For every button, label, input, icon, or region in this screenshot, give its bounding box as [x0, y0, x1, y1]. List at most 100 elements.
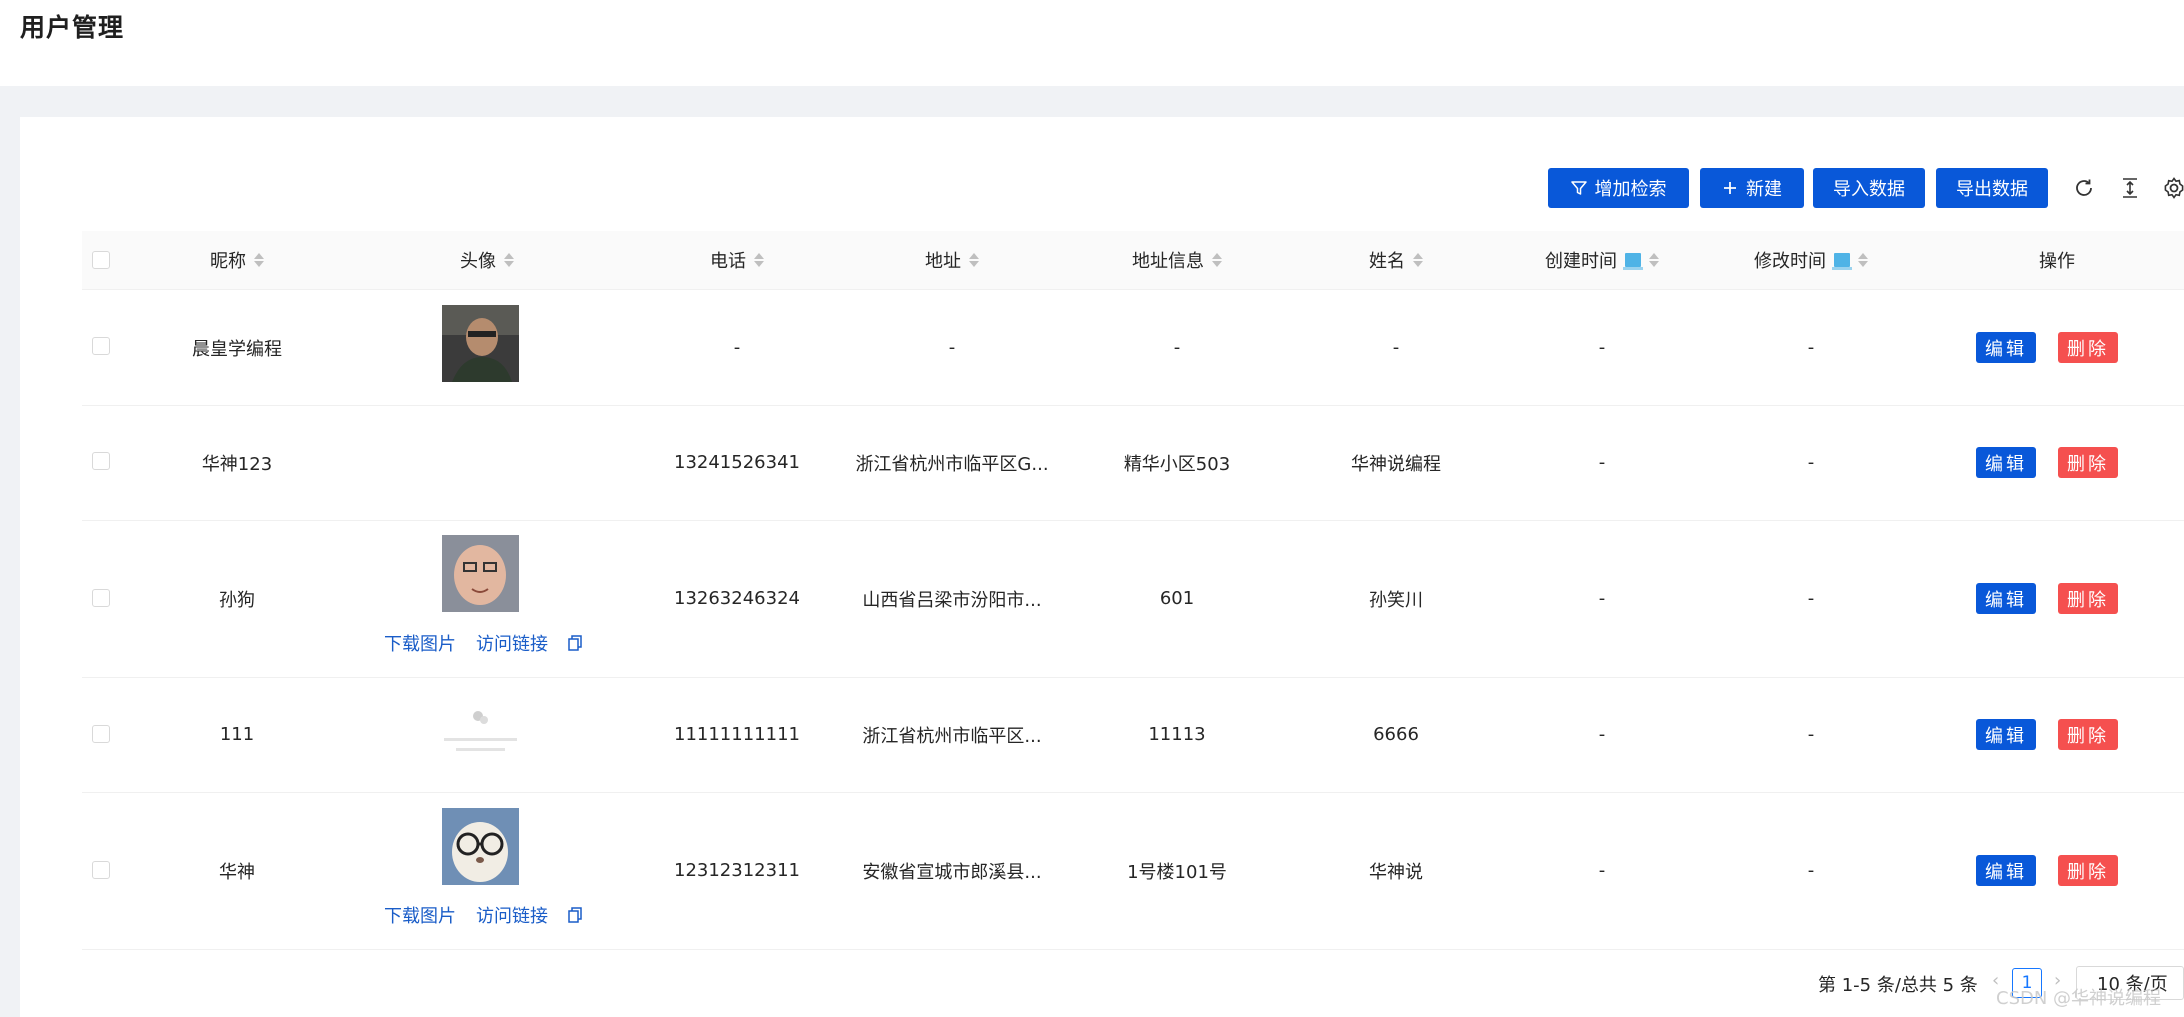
- copy-icon[interactable]: [568, 907, 582, 923]
- column-title: 头像: [460, 251, 496, 272]
- cell-modified-time: -: [1807, 724, 1815, 745]
- column-header-modified-time[interactable]: 修改时间: [1711, 231, 1911, 289]
- select-all-checkbox[interactable]: [92, 251, 110, 269]
- new-label: 新建: [1746, 179, 1782, 200]
- cell-address: 安徽省宣城市郎溪县...: [862, 861, 1042, 883]
- column-title: 修改时间: [1754, 251, 1826, 272]
- export-data-button[interactable]: 导出数据: [1936, 168, 2048, 208]
- column-header-actions: 操作: [1982, 231, 2132, 289]
- column-title: 昵称: [210, 251, 246, 272]
- sort-icon[interactable]: [1649, 253, 1659, 267]
- cell-created-time: -: [1598, 588, 1606, 609]
- reload-icon[interactable]: [2072, 176, 2096, 200]
- image-unavailable-placeholder[interactable]: [442, 702, 519, 779]
- column-title: 电话: [710, 251, 746, 272]
- sort-icon[interactable]: [1858, 253, 1868, 267]
- export-data-label: 导出数据: [1956, 179, 2028, 200]
- copy-icon[interactable]: [568, 635, 582, 651]
- cell-name: 华神说: [1369, 861, 1423, 883]
- cell-nickname: 华神: [219, 861, 255, 883]
- cell-address: 浙江省杭州市临平区G...: [855, 453, 1049, 475]
- sort-icon[interactable]: [969, 253, 979, 267]
- column-header-address-info[interactable]: 地址信息: [1092, 231, 1262, 289]
- cell-phone: 11111111111: [674, 724, 800, 745]
- filter-icon: [1570, 181, 1587, 195]
- column-title: 创建时间: [1545, 251, 1617, 272]
- table-row: 华神123 13241526341 浙江省杭州市临平区G... 精华小区503 …: [82, 405, 2184, 521]
- cell-address: -: [948, 337, 956, 358]
- edit-button[interactable]: 编辑: [1976, 719, 2036, 750]
- delete-button[interactable]: 删除: [2058, 719, 2118, 750]
- info-icon: [1623, 253, 1643, 270]
- download-image-link[interactable]: 下载图片: [384, 902, 456, 928]
- sort-icon[interactable]: [254, 253, 264, 267]
- delete-button[interactable]: 删除: [2058, 583, 2118, 614]
- cell-phone: -: [733, 337, 741, 358]
- avatar-image[interactable]: [442, 305, 519, 382]
- row-checkbox[interactable]: [92, 337, 110, 355]
- column-height-icon[interactable]: [2118, 176, 2142, 200]
- edit-button[interactable]: 编辑: [1976, 583, 2036, 614]
- column-header-name[interactable]: 姓名: [1311, 231, 1481, 289]
- delete-button[interactable]: 删除: [2058, 447, 2118, 478]
- edit-button[interactable]: 编辑: [1976, 447, 2036, 478]
- watermark: CSDN @华神说编程: [1996, 988, 2162, 1009]
- row-checkbox[interactable]: [92, 861, 110, 879]
- column-header-phone[interactable]: 电话: [662, 231, 812, 289]
- import-data-label: 导入数据: [1833, 179, 1905, 200]
- avatar-image[interactable]: [442, 808, 519, 885]
- cell-created-time: -: [1598, 860, 1606, 881]
- column-title: 地址信息: [1132, 251, 1204, 272]
- cell-nickname: 111: [219, 724, 255, 745]
- cell-address-info: -: [1173, 337, 1181, 358]
- column-header-address[interactable]: 地址: [877, 231, 1027, 289]
- delete-button[interactable]: 删除: [2058, 332, 2118, 363]
- cell-created-time: -: [1598, 724, 1606, 745]
- column-header-created-time[interactable]: 创建时间: [1502, 231, 1702, 289]
- cell-nickname: 孙狗: [219, 589, 255, 611]
- cell-name: -: [1392, 337, 1400, 358]
- sort-icon[interactable]: [1413, 253, 1423, 267]
- cell-address-info: 精华小区503: [1123, 453, 1231, 475]
- column-title: 姓名: [1369, 251, 1405, 272]
- row-checkbox[interactable]: [92, 725, 110, 743]
- setting-icon[interactable]: [2162, 176, 2184, 200]
- download-image-link[interactable]: 下载图片: [384, 630, 456, 656]
- avatar-image[interactable]: [442, 535, 519, 612]
- visit-link[interactable]: 访问链接: [476, 630, 548, 656]
- cell-address-info: 1号楼101号: [1127, 861, 1227, 883]
- table-row: 华神 下载图片 访问链接 12312312311 安徽省宣城市郎溪县... 1号…: [82, 792, 2184, 950]
- column-title: 地址: [925, 251, 961, 272]
- column-header-nickname[interactable]: 昵称: [162, 231, 312, 289]
- cell-modified-time: -: [1807, 452, 1815, 473]
- edit-button[interactable]: 编辑: [1976, 855, 2036, 886]
- column-title: 操作: [2039, 251, 2075, 272]
- import-data-button[interactable]: 导入数据: [1813, 168, 1925, 208]
- plus-icon: [1724, 182, 1736, 194]
- cell-name: 华神说编程: [1351, 453, 1441, 475]
- pagination-summary: 第 1-5 条/总共 5 条: [1818, 975, 1978, 996]
- table-header: 昵称 头像 电话 地址 地址信息 姓名 创建时间 修改时间 操作: [82, 231, 2184, 290]
- row-checkbox[interactable]: [92, 452, 110, 470]
- add-search-label: 增加检索: [1594, 179, 1667, 200]
- cell-phone: 13241526341: [674, 452, 800, 473]
- delete-button[interactable]: 删除: [2058, 855, 2118, 886]
- row-checkbox[interactable]: [92, 589, 110, 607]
- cell-phone: 13263246324: [674, 588, 800, 609]
- column-header-avatar[interactable]: 头像: [412, 231, 562, 289]
- cell-name: 孙笑川: [1369, 589, 1423, 611]
- cell-created-time: -: [1598, 452, 1606, 473]
- sort-icon[interactable]: [504, 253, 514, 267]
- sort-icon[interactable]: [1212, 253, 1222, 267]
- edit-button[interactable]: 编辑: [1976, 332, 2036, 363]
- cell-nickname: 华神123: [201, 453, 273, 475]
- new-button[interactable]: 新建: [1700, 168, 1804, 208]
- add-search-button[interactable]: 增加检索: [1548, 168, 1689, 208]
- cell-modified-time: -: [1807, 588, 1815, 609]
- visit-link[interactable]: 访问链接: [476, 902, 548, 928]
- image-links: 下载图片 访问链接: [384, 902, 582, 928]
- cell-created-time: -: [1598, 337, 1606, 358]
- sort-icon[interactable]: [754, 253, 764, 267]
- image-links: 下载图片 访问链接: [384, 630, 582, 656]
- cell-address: 浙江省杭州市临平区...: [862, 725, 1042, 747]
